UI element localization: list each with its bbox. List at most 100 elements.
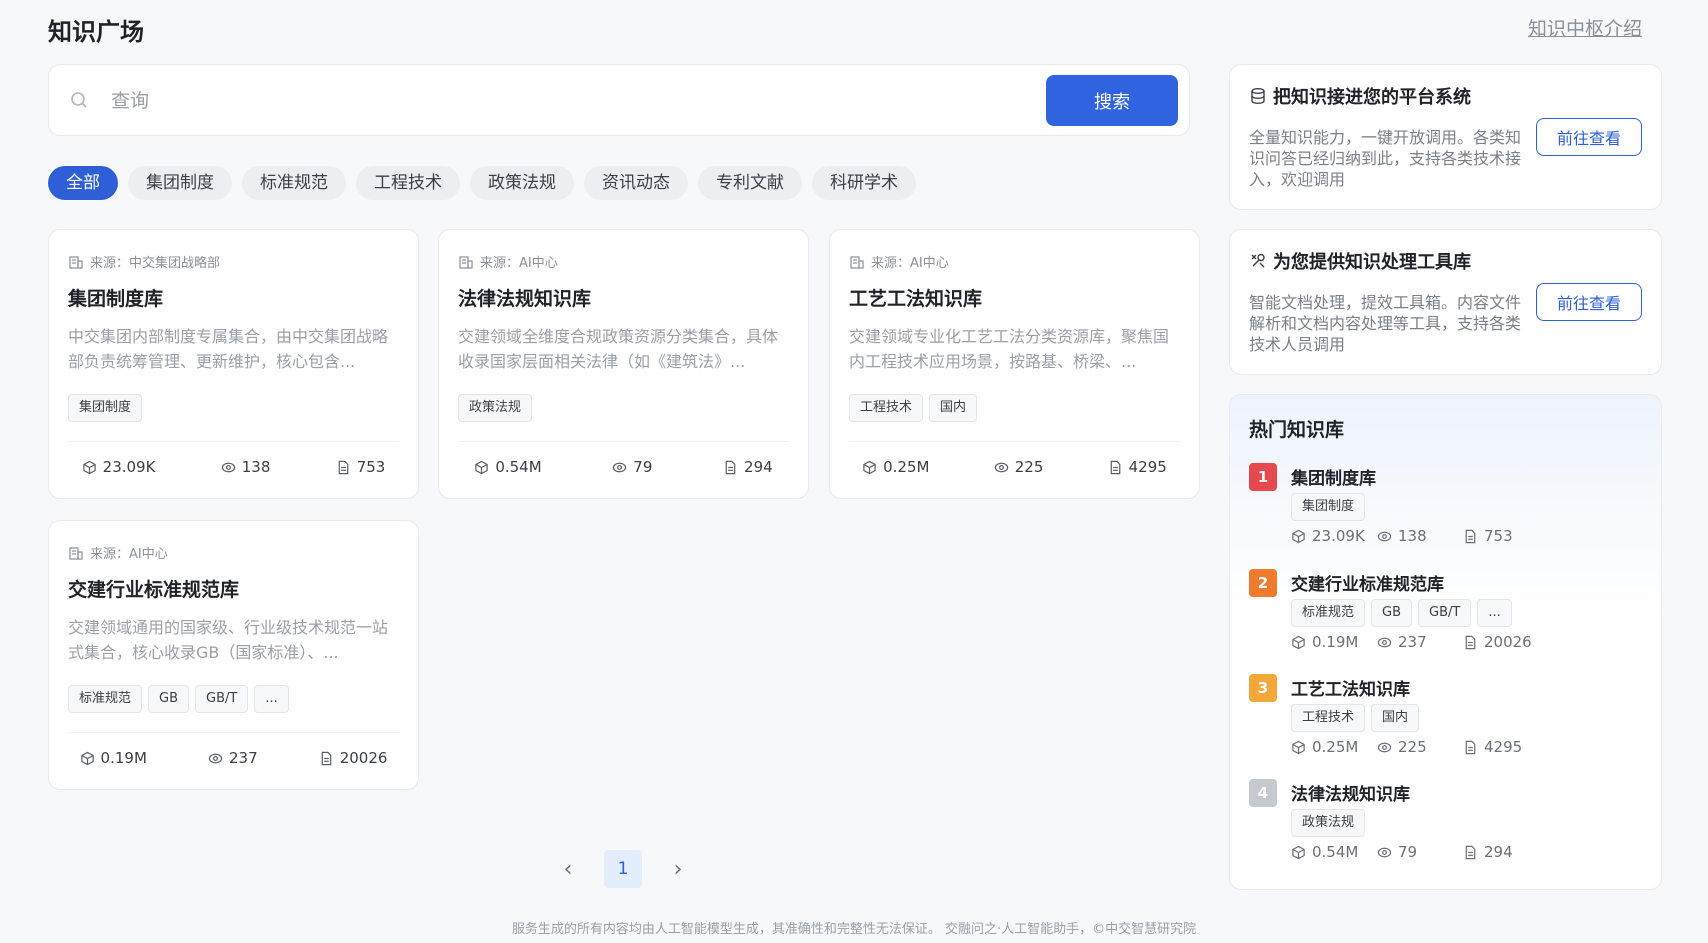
size-stat: 0.54M <box>1291 843 1377 861</box>
hot-item-tags: 工程技术 国内 <box>1291 704 1420 732</box>
hub-intro-link[interactable]: 知识中枢介绍 <box>1528 14 1642 41</box>
knowledge-card[interactable]: 来源：中交集团战略部 集团制度库 中交集团内部制度专属集合，由中交集团战略部负责… <box>48 229 419 499</box>
card-source: 来源：AI中心 <box>68 543 168 562</box>
promo-description: 全量知识能力，一键开放调用。各类知识问答已经归纳到此，支持各类技术接入，欢迎调用 <box>1249 128 1522 189</box>
docs-stat: 294 <box>1463 843 1549 861</box>
docs-stat: 20026 <box>319 749 387 767</box>
prev-page-icon[interactable]: ‹ <box>560 857 576 882</box>
tag: 标准规范 <box>68 685 143 713</box>
size-stat: 0.25M <box>1291 738 1377 756</box>
hot-item-stats: 23.09K 138 753 <box>1291 527 1549 545</box>
card-description: 中交集团内部制度专属集合，由中交集团战略部负责统筹管理、更新维护，核心包含... <box>68 327 389 371</box>
tag: 工程技术 <box>849 394 924 422</box>
building-icon <box>69 255 83 269</box>
knowledge-card[interactable]: 来源：AI中心 交建行业标准规范库 交建领域通用的国家级、行业级技术规范一站式集… <box>48 520 419 790</box>
page-number[interactable]: 1 <box>604 850 642 888</box>
document-icon <box>725 460 736 474</box>
hot-item-tags: 政策法规 <box>1291 809 1366 837</box>
hot-item-name: 法律法规知识库 <box>1291 785 1410 805</box>
card-title: 集团制度库 <box>68 288 164 310</box>
knowledge-card[interactable]: 来源：AI中心 工艺工法知识库 交建领域专业化工艺工法分类资源库，聚焦国内工程技… <box>829 229 1200 499</box>
divider <box>68 732 399 733</box>
document-icon <box>1465 529 1476 543</box>
views-stat: 225 <box>994 458 1043 476</box>
tab-news[interactable]: 资讯动态 <box>584 166 688 200</box>
views-stat: 225 <box>1377 738 1463 756</box>
card-stats: 0.25M 225 4295 <box>830 458 1199 476</box>
view-tools-button[interactable]: 前往查看 <box>1536 283 1642 321</box>
views-stat: 138 <box>221 458 270 476</box>
divider <box>849 441 1180 442</box>
eye-icon <box>1377 637 1392 647</box>
knowledge-card[interactable]: 来源：AI中心 法律法规知识库 交建领域全维度合规政策资源分类集合，具体收录国家… <box>438 229 809 499</box>
tag: 国内 <box>929 394 978 422</box>
eye-icon <box>994 462 1008 472</box>
view-api-button[interactable]: 前往查看 <box>1536 118 1642 156</box>
tools-icon <box>1251 253 1265 268</box>
size-stat: 0.19M <box>1291 633 1377 651</box>
views-stat: 237 <box>1377 633 1463 651</box>
eye-icon <box>208 753 223 763</box>
size-stat: 0.25M <box>862 458 929 476</box>
hot-knowledge-panel: 热门知识库 1 集团制度库 集团制度 23.09K 138 753 2 交建行业… <box>1229 394 1662 890</box>
size-stat: 0.54M <box>474 458 542 476</box>
tab-policy-law[interactable]: 政策法规 <box>470 166 574 200</box>
search-button[interactable]: 搜索 <box>1046 75 1178 126</box>
card-source: 来源：AI中心 <box>849 252 949 271</box>
card-source-label: 来源：AI中心 <box>480 256 558 271</box>
database-icon <box>1251 88 1265 105</box>
document-icon <box>1110 460 1120 474</box>
tab-group-policy[interactable]: 集团制度 <box>128 166 232 200</box>
hot-item-name: 集团制度库 <box>1291 469 1376 489</box>
card-source-label: 来源：AI中心 <box>90 547 168 562</box>
hot-item-name: 交建行业标准规范库 <box>1291 575 1444 595</box>
docs-stat: 294 <box>723 458 773 476</box>
size-stat: 23.09K <box>1291 527 1377 545</box>
tag: 标准规范 <box>1291 599 1366 627</box>
card-tags: 政策法规 <box>458 394 533 422</box>
tag: GB/T <box>1418 599 1472 627</box>
rank-badge: 3 <box>1249 674 1277 702</box>
category-tabs: 全部 集团制度 标准规范 工程技术 政策法规 资讯动态 专利文献 科研学术 <box>48 166 916 200</box>
card-title: 工艺工法知识库 <box>849 288 983 310</box>
tab-engineering[interactable]: 工程技术 <box>356 166 460 200</box>
search-input[interactable] <box>111 85 1011 117</box>
divider <box>68 441 399 442</box>
search-icon <box>71 92 87 108</box>
size-stat: 0.19M <box>80 749 147 767</box>
cube-icon <box>1292 529 1305 543</box>
tab-standards[interactable]: 标准规范 <box>242 166 346 200</box>
hot-title: 热门知识库 <box>1249 419 1345 441</box>
promo-title: 把知识接进您的平台系统 <box>1249 83 1471 109</box>
cube-icon <box>475 460 489 474</box>
tag: ... <box>254 685 289 713</box>
card-stats: 0.54M 79 294 <box>439 458 808 476</box>
tab-research[interactable]: 科研学术 <box>812 166 916 200</box>
tab-all[interactable]: 全部 <box>48 166 118 200</box>
card-description: 交建领域全维度合规政策资源分类集合，具体收录国家层面相关法律（如《建筑法》... <box>458 327 779 371</box>
card-source: 来源：AI中心 <box>458 252 558 271</box>
search-bar: 搜索 <box>48 64 1190 136</box>
docs-stat: 4295 <box>1463 738 1549 756</box>
card-stats: 0.19M 237 20026 <box>49 749 418 767</box>
cube-icon <box>1292 740 1305 754</box>
card-title: 法律法规知识库 <box>458 288 592 310</box>
hot-item-name: 工艺工法知识库 <box>1291 680 1410 700</box>
next-page-icon[interactable]: › <box>670 857 686 882</box>
rank-badge: 4 <box>1249 779 1277 807</box>
document-icon <box>338 460 349 474</box>
eye-icon <box>221 462 235 472</box>
eye-icon <box>1377 847 1392 857</box>
cube-icon <box>1292 845 1305 859</box>
building-icon <box>850 255 864 269</box>
card-description: 交建领域专业化工艺工法分类资源库，聚焦国内工程技术应用场景，按路基、桥梁、... <box>849 327 1170 371</box>
document-icon <box>1465 845 1476 859</box>
promo-title: 为您提供知识处理工具库 <box>1249 248 1471 274</box>
tab-patents[interactable]: 专利文献 <box>698 166 802 200</box>
divider <box>458 441 789 442</box>
tools-promo-panel: 为您提供知识处理工具库 智能文档处理，提效工具箱。内容文件解析和文档内容处理等工… <box>1229 229 1662 375</box>
page-title: 知识广场 <box>48 18 144 46</box>
rank-badge: 2 <box>1249 569 1277 597</box>
card-source-label: 来源：AI中心 <box>871 256 949 271</box>
tag: 集团制度 <box>1291 493 1366 521</box>
